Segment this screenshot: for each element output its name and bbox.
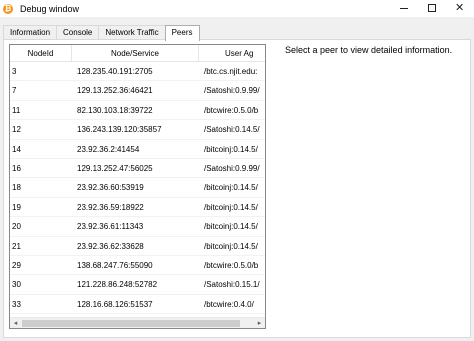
cell-node-service: 23.92.36.59:18922 [77, 202, 144, 212]
cell-node-service: 136.243.139.120:35857 [77, 125, 162, 135]
cell-node-service: 23.92.36.60:53919 [77, 183, 144, 193]
cell-nodeid: 20 [12, 222, 21, 232]
title-bar[interactable]: Debug window ✕ [0, 0, 474, 17]
window-title: Debug window [20, 3, 80, 14]
cell-node-service: 121.228.86.248:52782 [77, 280, 158, 290]
close-button[interactable]: ✕ [446, 0, 474, 17]
cell-node-service: 82.130.103.18:39722 [77, 105, 153, 115]
cell-nodeid: 3 [12, 67, 17, 76]
cell-user-agent: /Satoshi:0.14.5/ [204, 125, 260, 135]
maximize-icon [428, 4, 436, 12]
minimize-button[interactable] [390, 0, 418, 17]
tab-information[interactable]: Information [3, 25, 58, 40]
table-header: NodeId Node/Service User Ag [10, 45, 265, 62]
table-row[interactable]: 12 136.243.139.120:35857/Satoshi:0.14.5/ [10, 120, 265, 140]
cell-node-service: 23.92.36.62:33628 [77, 241, 144, 251]
cell-user-agent: /Satoshi:0.9.99/ [204, 86, 260, 96]
tab-network-traffic[interactable]: Network Traffic [98, 25, 166, 40]
cell-user-agent: /bitcoinj:0.14.5/ [204, 222, 258, 232]
tab-console[interactable]: Console [56, 25, 100, 40]
table-row[interactable]: 16 129.13.252.47:56025/Satoshi:0.9.99/ [10, 159, 265, 179]
cell-nodeid: 30 [12, 280, 21, 290]
peer-detail-placeholder: Select a peer to view detailed informati… [285, 45, 453, 55]
horizontal-scrollbar[interactable]: ◂ ▸ [10, 317, 265, 328]
cell-node-service: 128.16.68.126:51537 [77, 299, 153, 309]
cell-user-agent: /bitcoinj:0.14.5/ [204, 144, 258, 154]
cell-nodeid: 29 [12, 260, 21, 270]
cell-nodeid: 12 [12, 125, 21, 135]
scroll-left-icon[interactable]: ◂ [10, 318, 21, 328]
table-row[interactable]: 29 138.68.247.76:55090/btcwire:0.5.0/b [10, 256, 265, 276]
scroll-right-icon[interactable]: ▸ [254, 318, 265, 328]
table-row[interactable]: 20 23.92.36.61:11343/bitcoinj:0.14.5/ [10, 217, 265, 237]
table-row[interactable]: 33 128.16.68.126:51537/btcwire:0.4.0/ [10, 295, 265, 315]
cell-node-service: 128.235.40.191:2705 [77, 67, 153, 76]
bitcoin-icon [3, 3, 13, 14]
close-icon: ✕ [455, 2, 465, 14]
cell-node-service: 129.13.252.47:56025 [77, 163, 153, 173]
cell-nodeid: 7 [12, 86, 17, 96]
cell-node-service: 23.92.36.2:41454 [77, 144, 140, 154]
maximize-button[interactable] [418, 0, 446, 17]
column-header-node-service[interactable]: Node/Service [72, 45, 199, 62]
cell-nodeid: 19 [12, 202, 21, 212]
cell-nodeid: 33 [12, 299, 21, 309]
table-row[interactable]: 14 23.92.36.2:41454/bitcoinj:0.14.5/ [10, 140, 265, 159]
column-header-user-agent[interactable]: User Ag [199, 45, 265, 62]
cell-nodeid: 14 [12, 144, 21, 154]
cell-user-agent: /Satoshi:0.15.1/ [204, 280, 260, 290]
window-controls: ✕ [390, 0, 474, 17]
cell-node-service: 129.13.252.36:46421 [77, 86, 153, 96]
cell-node-service: 23.92.36.61:11343 [77, 222, 144, 232]
cell-user-agent: /bitcoinj:0.14.5/ [204, 202, 258, 212]
table-row[interactable]: 18 23.92.36.60:53919/bitcoinj:0.14.5/ [10, 178, 265, 198]
cell-nodeid: 21 [12, 241, 21, 251]
table-row[interactable]: 21 23.92.36.62:33628/bitcoinj:0.14.5/ [10, 237, 265, 256]
table-row[interactable]: 3 128.235.40.191:2705/btc.cs.njit.edu: [10, 62, 265, 82]
table-body: 3 128.235.40.191:2705/btc.cs.njit.edu: 7 12… [10, 62, 265, 315]
scrollbar-thumb[interactable] [22, 320, 240, 327]
cell-user-agent: /btc.cs.njit.edu: [204, 67, 258, 76]
cell-user-agent: /btcwire:0.5.0/b [204, 260, 259, 270]
cell-nodeid: 18 [12, 183, 21, 193]
table-row[interactable]: 7 129.13.252.36:46421/Satoshi:0.9.99/ [10, 81, 265, 101]
cell-user-agent: /bitcoinj:0.14.5/ [204, 241, 258, 251]
column-header-nodeid[interactable]: NodeId [10, 45, 72, 62]
minimize-icon [400, 8, 408, 9]
cell-user-agent: /bitcoinj:0.14.5/ [204, 183, 258, 193]
table-row[interactable]: 11 82.130.103.18:39722/btcwire:0.5.0/b [10, 101, 265, 121]
peers-pane: NodeId Node/Service User Ag 3 128.235.40.… [3, 39, 471, 338]
table-row[interactable]: 30 121.228.86.248:52782/Satoshi:0.15.1/ [10, 275, 265, 295]
cell-node-service: 138.68.247.76:55090 [77, 260, 153, 270]
peers-table[interactable]: NodeId Node/Service User Ag 3 128.235.40.… [9, 44, 266, 329]
tab-bar: Information Console Network Traffic Peer… [3, 25, 200, 41]
cell-user-agent: /Satoshi:0.9.99/ [204, 163, 260, 173]
cell-nodeid: 16 [12, 163, 21, 173]
cell-user-agent: /btcwire:0.5.0/b [204, 105, 259, 115]
cell-nodeid: 11 [12, 105, 21, 115]
cell-user-agent: /btcwire:0.4.0/ [204, 299, 254, 309]
table-row[interactable]: 19 23.92.36.59:18922/bitcoinj:0.14.5/ [10, 198, 265, 218]
tab-peers[interactable]: Peers [164, 25, 200, 41]
